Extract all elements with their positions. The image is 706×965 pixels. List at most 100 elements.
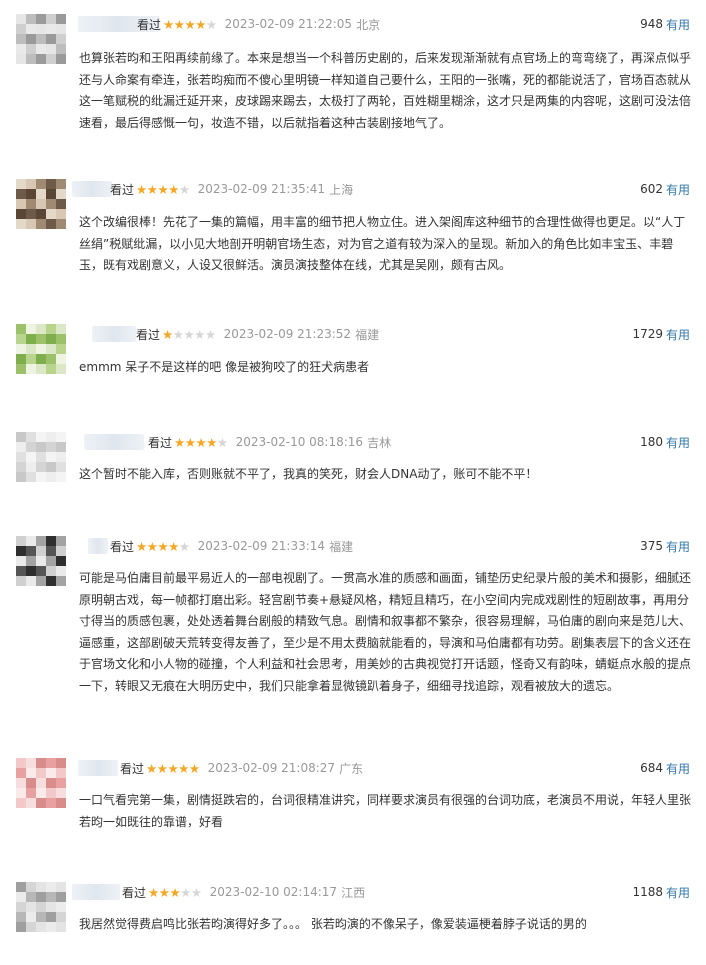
star-icon: ★ [204,326,216,342]
review-location: 福建 [355,327,380,342]
star-icon: ★ [178,181,190,197]
star-icon: ★ [178,760,189,776]
useful-button[interactable]: 有用 [666,760,690,777]
useful-button[interactable]: 有用 [666,181,690,198]
review-meta: 看过 ★★★★★ 2023-02-10 08:18:16 吉林 [148,432,391,452]
useful-count: 1188 [632,885,663,899]
review-time: 2023-02-09 21:33:14 [197,539,326,553]
username-redacted[interactable] [92,326,136,342]
star-icon: ★ [172,326,184,342]
review-meta: 看过 ★★★★★ 2023-02-10 02:14:17 江西 [122,882,365,902]
star-icon: ★ [195,16,206,32]
review-item: 看过 ★★★★★ 2023-02-10 08:18:16 吉林 180 有用这个暂时不能入… [0,432,706,486]
avatar[interactable] [16,14,66,64]
review-location: 广东 [339,761,364,776]
username-redacted[interactable] [72,884,120,900]
useful-button[interactable]: 有用 [666,538,690,555]
review-text: 可能是马伯庸目前最平易近人的一部电视剧了。一贯高水准的质感和画面，铺垫历史纪录片… [79,571,691,693]
review-text: 我居然觉得费启鸣比张若昀演得好多了。。。 张若昀演的不像呆子，像爱装逼梗着脖子说… [79,917,587,931]
star-icon: ★ [178,538,190,554]
review-item: 看过 ★★★★★ 2023-02-09 21:33:14 福建 375 有用 可能是马伯庸目… [0,536,706,718]
rating-stars: ★★★★★ [148,885,202,900]
star-icon: ★ [136,538,147,554]
watched-label: 看过 [110,182,135,197]
star-icon: ★ [190,884,202,900]
star-icon: ★ [163,16,174,32]
star-icon: ★ [162,326,173,342]
useful-votes: 602 有用 [640,179,690,199]
useful-votes: 948 有用 [640,14,690,34]
review-location: 北京 [356,17,381,32]
watched-label: 看过 [137,17,162,32]
review-time: 2023-02-10 02:14:17 [209,885,338,899]
review-text: 这个改编很棒！先花了一集的篇幅，用丰富的细节把人物立住。进入架阁库这种细节的合理… [79,215,686,272]
star-icon: ★ [184,434,196,450]
star-icon: ★ [188,760,200,776]
review-location: 吉林 [367,435,392,450]
avatar[interactable] [16,324,66,374]
star-icon: ★ [136,181,147,197]
username-redacted[interactable] [72,181,112,197]
star-icon: ★ [146,181,158,197]
useful-count: 375 [640,539,663,553]
watched-label: 看过 [148,435,173,450]
review-meta: 看过 ★★★★★ 2023-02-09 21:08:27 广东 [120,758,363,778]
avatar[interactable] [16,536,66,586]
review-time: 2023-02-10 08:18:16 [235,435,364,449]
star-icon: ★ [216,434,228,450]
review-time: 2023-02-09 21:08:27 [207,761,336,775]
review-item: 看过 ★★★★★ 2023-02-09 21:23:52 福建 1729 有用 emmm 呆… [0,324,706,379]
star-icon: ★ [146,538,158,554]
useful-count: 948 [640,17,663,31]
watched-label: 看过 [122,885,147,900]
useful-count: 602 [640,182,663,196]
review-item: 看过 ★★★★★ 2023-02-09 21:35:41 上海 602 有用 这个改编很棒！… [0,179,706,276]
star-icon: ★ [156,760,168,776]
review-text: emmm 呆子不是这样的吧 像是被狗咬了的狂犬病患者 [79,360,370,374]
star-icon: ★ [183,326,195,342]
username-redacted[interactable] [78,760,118,776]
review-text: 也算张若昀和王阳再续前缘了。本来是想当一个科普历史剧的，后来发现渐渐就有点官场上… [79,51,691,130]
username-redacted[interactable] [88,538,108,554]
star-icon: ★ [195,434,207,450]
star-icon: ★ [169,884,181,900]
star-icon: ★ [174,434,185,450]
useful-votes: 180 有用 [640,432,690,452]
star-icon: ★ [194,326,205,342]
useful-button[interactable]: 有用 [666,884,690,901]
star-icon: ★ [146,760,157,776]
avatar[interactable] [16,179,66,229]
avatar[interactable] [16,882,66,932]
star-icon: ★ [173,16,185,32]
useful-votes: 1188 有用 [632,882,690,902]
star-icon: ★ [167,760,179,776]
comment-list: 看过 ★★★★★ 2023-02-09 21:22:05 北京 948 有用 也算张若昀和王… [0,0,706,965]
review-item: 看过 ★★★★★ 2023-02-10 02:14:17 江西 1188 有用我居然觉得费… [0,882,706,936]
watched-label: 看过 [110,539,135,554]
avatar[interactable] [16,432,66,482]
review-meta: 看过 ★★★★★ 2023-02-09 21:22:05 北京 [137,14,380,34]
rating-stars: ★★★★★ [136,182,190,197]
useful-button[interactable]: 有用 [666,326,690,343]
rating-stars: ★★★★★ [146,761,200,776]
review-text: 这个暂时不能入库，否则账就不平了，我真的笑死，财会人DNA动了，账可不能不平！ [79,467,538,481]
useful-count: 1729 [632,327,663,341]
star-icon: ★ [180,884,191,900]
useful-button[interactable]: 有用 [666,16,690,33]
review-text: 一口气看完第一集，剧情挺跌宕的，台词很精准讲究，同样要求演员有很强的台词功底，老… [79,793,691,829]
useful-count: 684 [640,761,663,775]
review-time: 2023-02-09 21:22:05 [224,17,353,31]
username-redacted[interactable] [84,434,144,450]
star-icon: ★ [168,538,179,554]
star-icon: ★ [158,884,170,900]
rating-stars: ★★★★★ [174,435,228,450]
review-item: 看过 ★★★★★ 2023-02-09 21:08:27 广东 684 有用 一口气看完第一… [0,758,706,833]
review-location: 江西 [341,885,366,900]
useful-button[interactable]: 有用 [666,434,690,451]
rating-stars: ★★★★★ [162,327,216,342]
star-icon: ★ [168,181,179,197]
avatar[interactable] [16,758,66,808]
useful-votes: 375 有用 [640,536,690,556]
star-icon: ★ [205,16,217,32]
review-location: 上海 [329,182,354,197]
